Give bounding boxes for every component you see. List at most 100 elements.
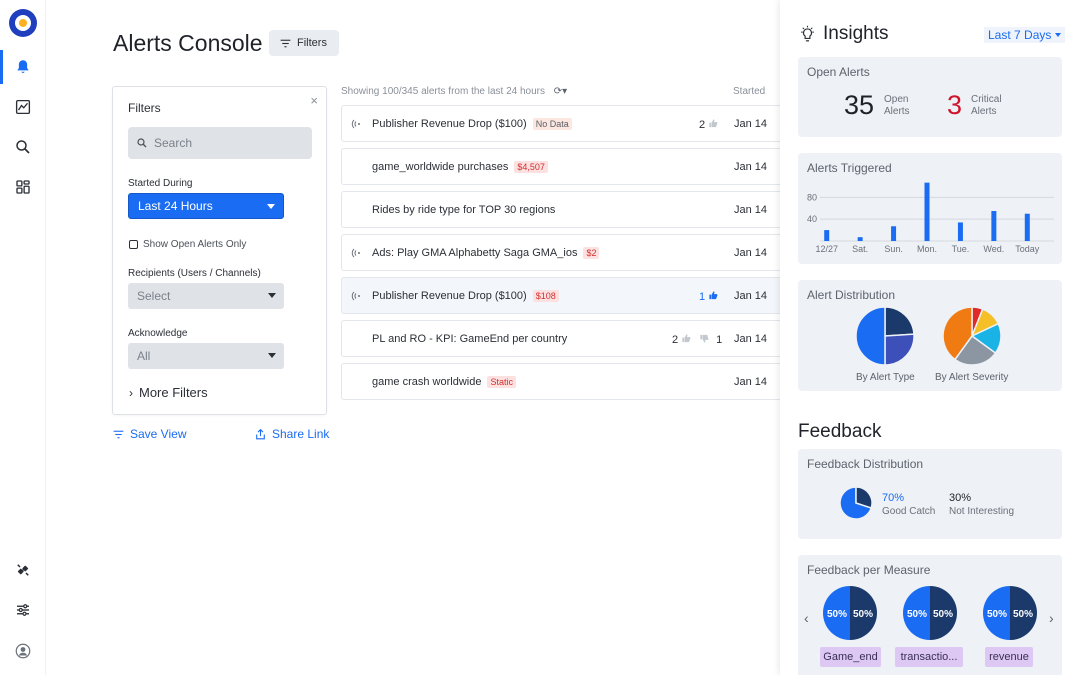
good-catch-label: Good Catch: [882, 506, 936, 517]
thumbs-up-icon[interactable]: [708, 290, 719, 304]
alert-name: Rides by ride type for TOP 30 regions: [372, 204, 556, 216]
settings-sliders-icon[interactable]: [0, 593, 46, 627]
pie-slice: [884, 307, 915, 337]
alert-row[interactable]: Ads: Play GMA Alphabetty Saga GMA_ios $2 J…: [341, 234, 801, 271]
alert-name: Publisher Revenue Drop ($100) No Data: [372, 118, 572, 130]
feedback-counts: 21: [672, 333, 722, 347]
alert-date: Jan 14: [734, 161, 768, 173]
search-icon: [137, 138, 147, 148]
thumbs-up-icon[interactable]: [708, 118, 719, 132]
checkbox-box[interactable]: [129, 240, 138, 249]
chart-x-tick: Sun.: [884, 244, 903, 254]
chart-x-tick: 12/27: [815, 244, 838, 254]
refresh-icon[interactable]: ⟳▾: [554, 86, 567, 97]
show-open-only-label: Show Open Alerts Only: [143, 239, 247, 250]
thumbs-up-icon[interactable]: [681, 333, 692, 347]
chart-bar: [991, 211, 997, 241]
started-column-header[interactable]: Started: [733, 86, 765, 97]
feedback-per-measure-title: Feedback per Measure: [807, 563, 931, 577]
alert-row[interactable]: Publisher Revenue Drop ($100) No Data 2 Jan…: [341, 105, 801, 142]
alert-tag: Static: [487, 376, 516, 388]
chart-x-tick: Mon.: [917, 244, 937, 254]
recipients-select[interactable]: Select: [128, 283, 284, 309]
chart-bar: [957, 222, 963, 241]
bell-icon[interactable]: [0, 50, 46, 84]
chart-y-tick: 40: [807, 214, 817, 224]
thumbs-down-icon[interactable]: [699, 333, 710, 347]
measure-right-pct: 50%: [853, 609, 873, 620]
show-open-only-checkbox[interactable]: Show Open Alerts Only: [129, 239, 246, 250]
good-catch-pct: 70%: [882, 492, 905, 504]
chart-x-tick: Wed.: [983, 244, 1004, 254]
alerts-triggered-card: Alerts Triggered 40 80 12/27 Sat. Sun. Mon. Tu…: [798, 153, 1062, 264]
save-view-link[interactable]: Save View: [112, 427, 186, 441]
share-link[interactable]: Share Link: [254, 427, 329, 441]
search-icon[interactable]: [0, 130, 46, 164]
list-summary: Showing 100/345 alerts from the last 24 …: [341, 86, 546, 97]
alert-name: PL and RO - KPI: GameEnd per country: [372, 333, 568, 345]
alert-row[interactable]: game crash worldwide Static Jan 14: [341, 363, 801, 400]
alert-date: Jan 14: [734, 204, 768, 216]
chart-bar: [891, 226, 897, 241]
filter-icon: [113, 430, 124, 438]
alert-date: Jan 14: [734, 333, 768, 345]
alert-row[interactable]: Publisher Revenue Drop ($100) $108 1 Jan 14: [341, 277, 801, 314]
app-logo[interactable]: [9, 9, 37, 37]
alert-row[interactable]: game_worldwide purchases $4,507 Jan 14: [341, 148, 801, 185]
chart-icon[interactable]: [0, 90, 46, 124]
left-nav-rail: [0, 0, 46, 675]
recipients-value: Select: [137, 289, 171, 303]
feedback-distribution-card: Feedback Distribution 70% Good Catch 30%…: [798, 449, 1062, 539]
measure-left-pct: 50%: [907, 609, 927, 620]
alert-type-pie: [856, 307, 915, 366]
alert-date: Jan 14: [734, 247, 768, 259]
not-interesting-pct: 30%: [949, 492, 972, 504]
share-link-label: Share Link: [272, 427, 330, 441]
alert-row[interactable]: PL and RO - KPI: GameEnd per country 2 1 Ja…: [341, 320, 801, 357]
integration-icon[interactable]: [0, 553, 46, 587]
alert-tag: No Data: [532, 118, 572, 130]
save-view-label: Save View: [130, 427, 187, 441]
carousel-prev-button[interactable]: ‹: [804, 610, 809, 626]
measure-tag[interactable]: Game_end: [820, 647, 881, 667]
more-filters-toggle[interactable]: › More Filters: [129, 385, 208, 400]
not-interesting-label: Not Interesting: [949, 506, 1015, 517]
chevron-down-icon: [267, 204, 275, 209]
filter-icon: [280, 39, 291, 47]
feedback-title: Feedback: [798, 421, 882, 442]
alert-date: Jan 14: [734, 376, 768, 388]
search-field[interactable]: [128, 127, 312, 159]
alert-tag: $108: [532, 290, 559, 302]
acknowledge-value: All: [137, 349, 151, 363]
dashboard-icon[interactable]: [0, 170, 46, 204]
date-range-select[interactable]: Last 7 Days: [984, 27, 1066, 43]
search-input[interactable]: [154, 136, 304, 150]
chevron-down-icon: [268, 293, 276, 298]
like-count: 2: [672, 334, 679, 346]
measure-tag[interactable]: transactio...: [895, 647, 963, 667]
measure-left-pct: 50%: [827, 609, 847, 620]
close-icon[interactable]: ×: [310, 93, 318, 108]
acknowledge-select[interactable]: All: [128, 343, 284, 369]
measure-tag[interactable]: revenue: [985, 647, 1033, 667]
started-during-select[interactable]: Last 24 Hours: [128, 193, 284, 219]
share-icon: [256, 428, 265, 439]
chart-y-tick: 80: [807, 192, 817, 202]
alert-distribution-card: Alert Distribution By Alert Type By Aler…: [798, 280, 1062, 391]
insights-panel: Insights Last 7 Days Open Alerts 35 Open…: [780, 0, 1080, 675]
acknowledge-label: Acknowledge: [128, 328, 188, 339]
carousel-next-button[interactable]: ›: [1049, 610, 1054, 626]
by-alert-type-caption: By Alert Type: [856, 372, 915, 383]
chart-bar: [924, 182, 930, 241]
alert-row[interactable]: Rides by ride type for TOP 30 regions Jan…: [341, 191, 801, 228]
pie-slice: [856, 307, 886, 366]
feedback-per-measure-card: Feedback per Measure ‹ › 50% 50% Game_end 5…: [798, 555, 1062, 675]
signal-icon: [351, 248, 360, 258]
chevron-down-icon: [1055, 33, 1062, 37]
alert-name: Ads: Play GMA Alphabetty Saga GMA_ios $2: [372, 247, 600, 259]
pie-slice: [884, 333, 915, 366]
user-avatar-icon[interactable]: [0, 634, 46, 668]
filters-button[interactable]: Filters: [269, 30, 339, 56]
list-header: Showing 100/345 alerts from the last 24 …: [341, 86, 781, 97]
alert-tag: $4,507: [514, 161, 548, 173]
